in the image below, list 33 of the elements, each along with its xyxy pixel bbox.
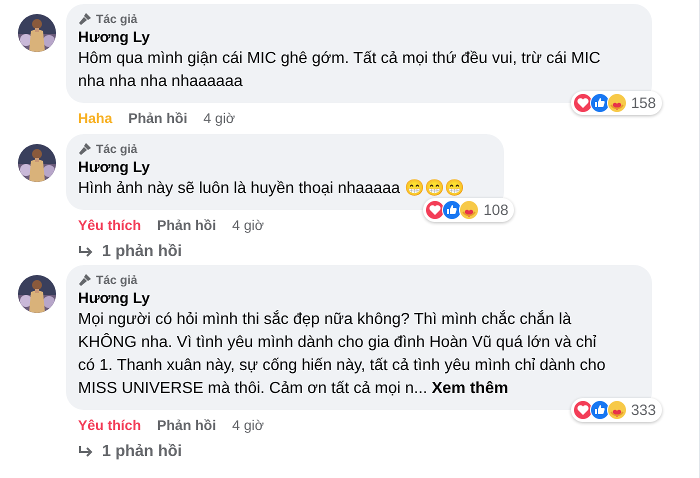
comment-time: 4 giờ	[203, 110, 236, 126]
reply-arrow-icon	[78, 445, 94, 459]
microphone-icon	[78, 12, 92, 26]
reply-link[interactable]: Phản hồi	[157, 417, 216, 433]
comment-text: Mọi người có hỏi mình thi sắc đẹp nữa không? Thì mình chắc chắn là KHÔNG nha. Vì tình yêu mình dành cho gia đình Hoàn Vũ quá lớn và chỉ có 1. Thanh xuân này, sự cống hiến này, tất cả tình yêu mình chỉ dành cho MISS UNIVERSE mà thôi. Cảm ơn tất cả mọi n... Xem thêm	[78, 309, 606, 399]
reaction-summary[interactable]: 158	[570, 91, 662, 115]
author-name[interactable]: Hương Ly	[78, 159, 464, 176]
hug-emoji-icon	[606, 400, 627, 420]
hug-emoji-icon	[606, 93, 627, 113]
microphone-icon	[78, 273, 92, 287]
reaction-link[interactable]: Yêu thích	[78, 217, 142, 233]
thumbs-up-icon	[590, 400, 610, 420]
author-name[interactable]: Hương Ly	[78, 29, 612, 46]
microphone-icon	[78, 142, 92, 156]
reply-link[interactable]: Phản hồi	[128, 110, 188, 126]
comment-text: Hôm qua mình giận cái MIC ghê gớm. Tất cả mọi thứ đều vui, trừ cái MIC nha nha nha nhaaaaaa	[78, 49, 602, 92]
view-replies-link[interactable]: 1 phản hồi	[78, 243, 699, 261]
thumbs-up-icon	[590, 93, 610, 113]
view-replies-link[interactable]: 1 phản hồi	[78, 443, 699, 461]
reply-arrow-icon	[78, 245, 94, 259]
author-role-label: Tác giả	[96, 12, 138, 26]
author-role-label: Tác giả	[96, 273, 138, 287]
author-role-label: Tác giả	[96, 142, 138, 156]
hug-emoji-icon	[459, 200, 480, 220]
see-more-link[interactable]: Xem thêm	[432, 380, 508, 397]
reply-link[interactable]: Phản hồi	[157, 217, 216, 233]
reaction-summary[interactable]: 108	[423, 198, 514, 222]
reaction-link[interactable]: Yêu thích	[78, 417, 142, 433]
comment-text: Hình ảnh này sẽ luôn là huyền thoại nhaaaaa 😁😁😁	[78, 178, 464, 199]
reaction-summary[interactable]: 333	[570, 398, 662, 422]
comment-time: 4 giờ	[232, 217, 264, 233]
comment-time: 4 giờ	[232, 417, 264, 433]
author-name[interactable]: Hương Ly	[78, 290, 612, 307]
